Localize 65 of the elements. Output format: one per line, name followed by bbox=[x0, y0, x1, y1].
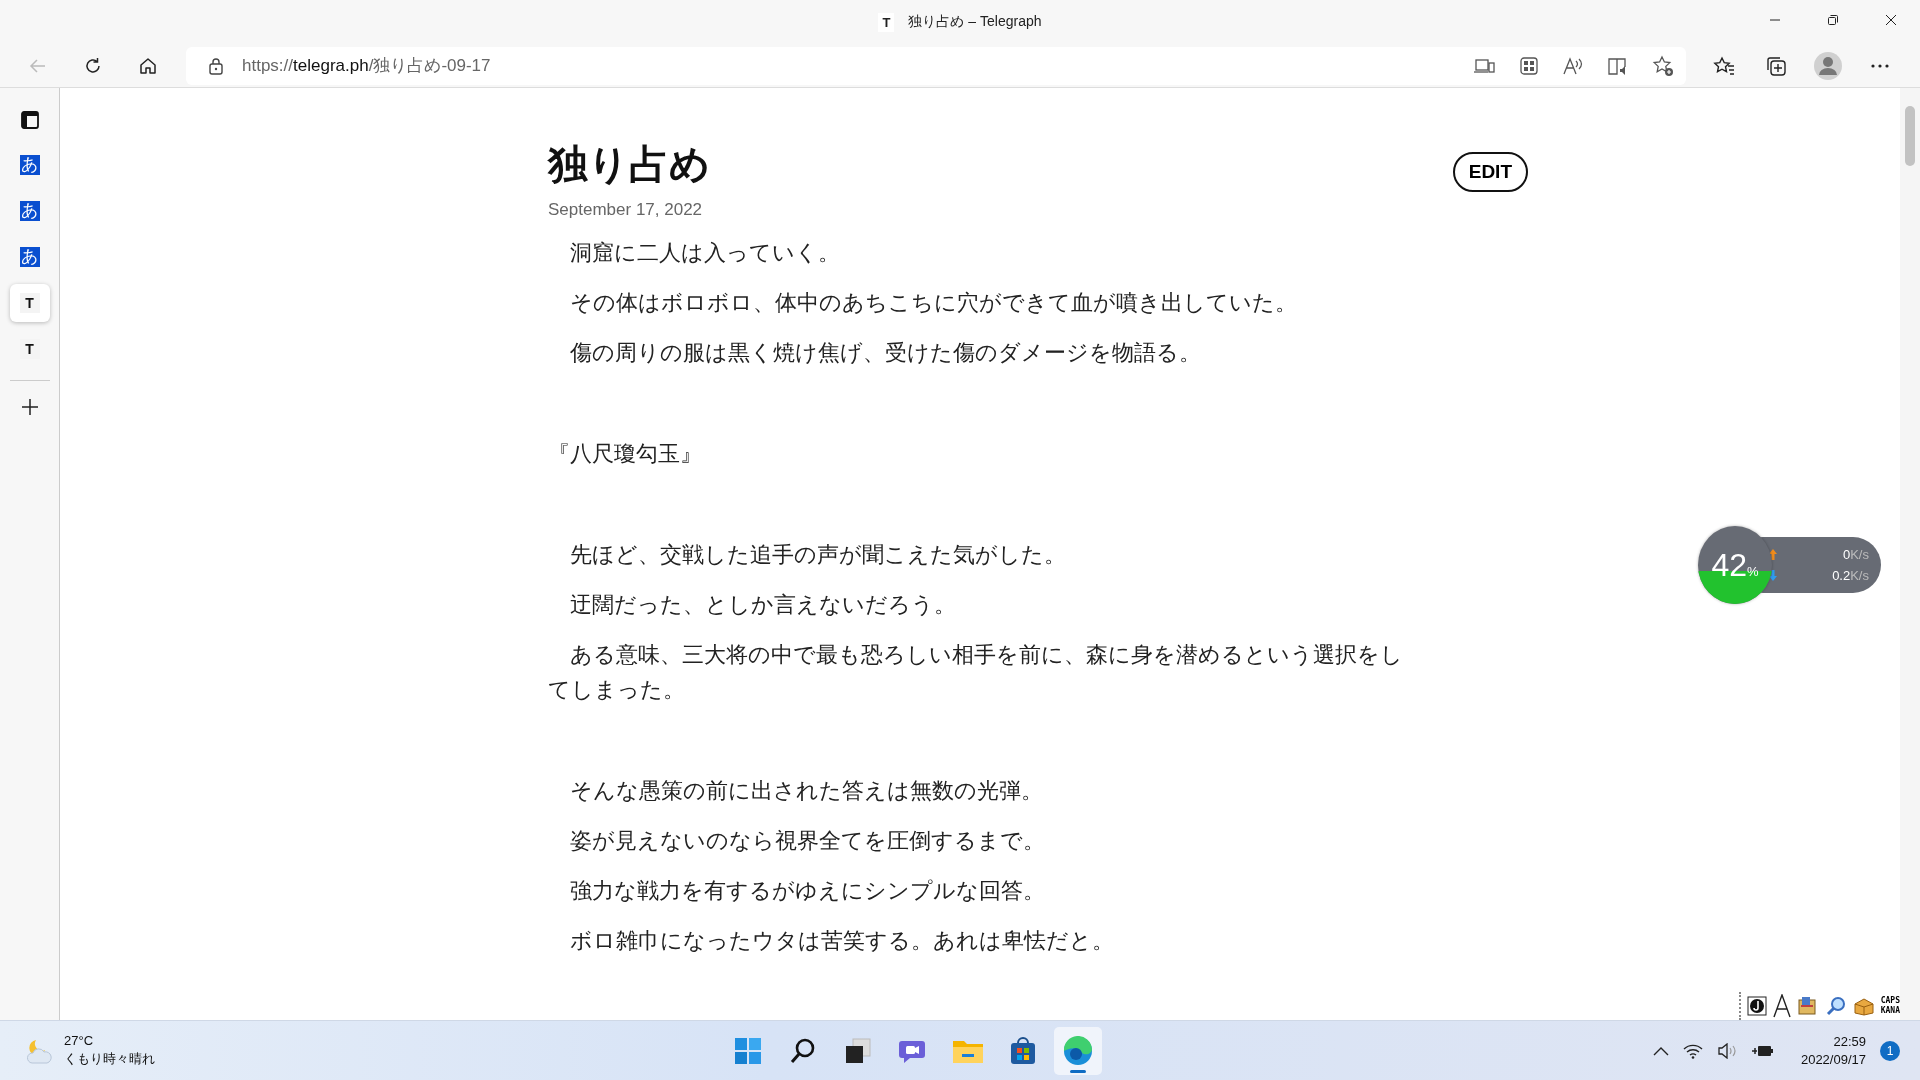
vertical-tab[interactable]: T bbox=[9, 284, 50, 322]
paragraph: 姿が見えないのなら視界全てを圧倒するまで。 bbox=[569, 827, 1046, 855]
scrollbar[interactable] bbox=[1900, 88, 1920, 1020]
paragraph: 『八尺瓊勾玉』 bbox=[548, 440, 703, 468]
vertical-tab[interactable]: あ bbox=[9, 238, 50, 276]
toolbox-icon[interactable] bbox=[1852, 996, 1875, 1016]
article-title: 独り占め bbox=[548, 141, 710, 188]
address-bar[interactable]: https://telegra.ph/独り占め-09-17 bbox=[186, 46, 1686, 85]
caps-indicator: CAPS bbox=[1880, 996, 1900, 1006]
ime-mode-icon[interactable] bbox=[1746, 996, 1767, 1016]
device-icon[interactable] bbox=[1474, 56, 1496, 75]
window-title: 独り占め – Telegraph bbox=[908, 13, 1042, 31]
immersive-reader-icon[interactable] bbox=[1607, 55, 1629, 76]
plus-icon[interactable] bbox=[19, 397, 40, 417]
star-list-icon[interactable] bbox=[1713, 55, 1735, 76]
home-icon[interactable] bbox=[138, 55, 158, 76]
kana-indicator: KANA bbox=[1880, 1006, 1900, 1016]
scroll-thumb[interactable] bbox=[1905, 106, 1915, 166]
lock-icon bbox=[208, 56, 224, 75]
paragraph: 迂闊だった、としか言えないだろう。 bbox=[569, 591, 957, 619]
temperature-text: 27°C bbox=[64, 1033, 95, 1048]
magnifier-icon[interactable] bbox=[1824, 996, 1847, 1016]
paragraph: 傷の周りの服は黒く焼け焦げ、受けた傷のダメージを物語る。 bbox=[569, 339, 1202, 367]
panel-icon[interactable] bbox=[19, 110, 40, 130]
upload-rate: 0K/s bbox=[1842, 547, 1869, 562]
apps-grid-icon[interactable] bbox=[1519, 55, 1539, 76]
letter-a-icon[interactable] bbox=[1772, 994, 1791, 1018]
vertical-tab[interactable]: あ bbox=[9, 192, 50, 230]
wifi-icon[interactable] bbox=[1682, 1042, 1703, 1059]
vertical-tab[interactable]: T bbox=[9, 330, 50, 368]
paragraph: 強力な戦力を有するがゆえにシンプルな回答。 bbox=[569, 877, 1046, 905]
download-rate: 0.2K/s bbox=[1832, 568, 1869, 583]
add-favorite-icon[interactable] bbox=[1652, 54, 1674, 77]
dictionary-icon[interactable] bbox=[1796, 996, 1819, 1016]
paragraph: 先ほど、交戦した追手の声が聞こえた気がした。 bbox=[569, 541, 1067, 569]
store-icon[interactable] bbox=[1009, 1036, 1037, 1065]
collections-icon[interactable] bbox=[1765, 54, 1787, 77]
upload-arrow-icon bbox=[1769, 549, 1777, 560]
weather-condition: くもり時々晴れ bbox=[64, 1050, 155, 1068]
refresh-icon[interactable] bbox=[83, 55, 103, 76]
more-icon[interactable] bbox=[1870, 62, 1890, 69]
search-icon[interactable] bbox=[789, 1036, 817, 1065]
download-arrow-icon bbox=[1769, 570, 1777, 581]
paragraph: ある意味、三大将の中で最も恐ろしい相手を前に、森に身を潜めるという選択をしてしまった。 bbox=[548, 641, 1404, 704]
avatar-icon[interactable] bbox=[1813, 50, 1843, 81]
restore-icon[interactable] bbox=[1827, 14, 1839, 26]
browser-icon[interactable] bbox=[1063, 1035, 1093, 1066]
paragraph: その体はボロボロ、体中のあちこちに穴ができて血が噴き出していた。 bbox=[569, 289, 1298, 317]
taskbar-browser-button[interactable] bbox=[1054, 1026, 1102, 1075]
url-text: https://telegra.ph/独り占め-09-17 bbox=[242, 55, 491, 77]
vertical-tab[interactable]: あ bbox=[9, 146, 50, 184]
edit-button[interactable]: EDIT bbox=[1452, 152, 1528, 192]
notification-badge[interactable]: 1 bbox=[1880, 1040, 1900, 1061]
article-date: September 17, 2022 bbox=[548, 200, 704, 220]
site-favicon: T bbox=[878, 12, 895, 32]
task-view-icon[interactable] bbox=[844, 1036, 872, 1065]
paragraph: そんな愚策の前に出された答えは無数の光弾。 bbox=[569, 777, 1044, 805]
clock[interactable]: 22:59 2022/09/17 bbox=[1800, 1034, 1866, 1067]
chevron-up-icon[interactable] bbox=[1652, 1045, 1669, 1056]
speaker-icon[interactable] bbox=[1716, 1042, 1737, 1059]
close-icon[interactable] bbox=[1885, 14, 1897, 26]
paragraph: 洞窟に二人は入っていく。 bbox=[569, 239, 841, 267]
start-icon[interactable] bbox=[734, 1036, 762, 1065]
paragraph: ボロ雑巾になったウタは苦笑する。あれは卑怯だと。 bbox=[569, 927, 1115, 955]
read-aloud-icon[interactable] bbox=[1562, 55, 1584, 76]
